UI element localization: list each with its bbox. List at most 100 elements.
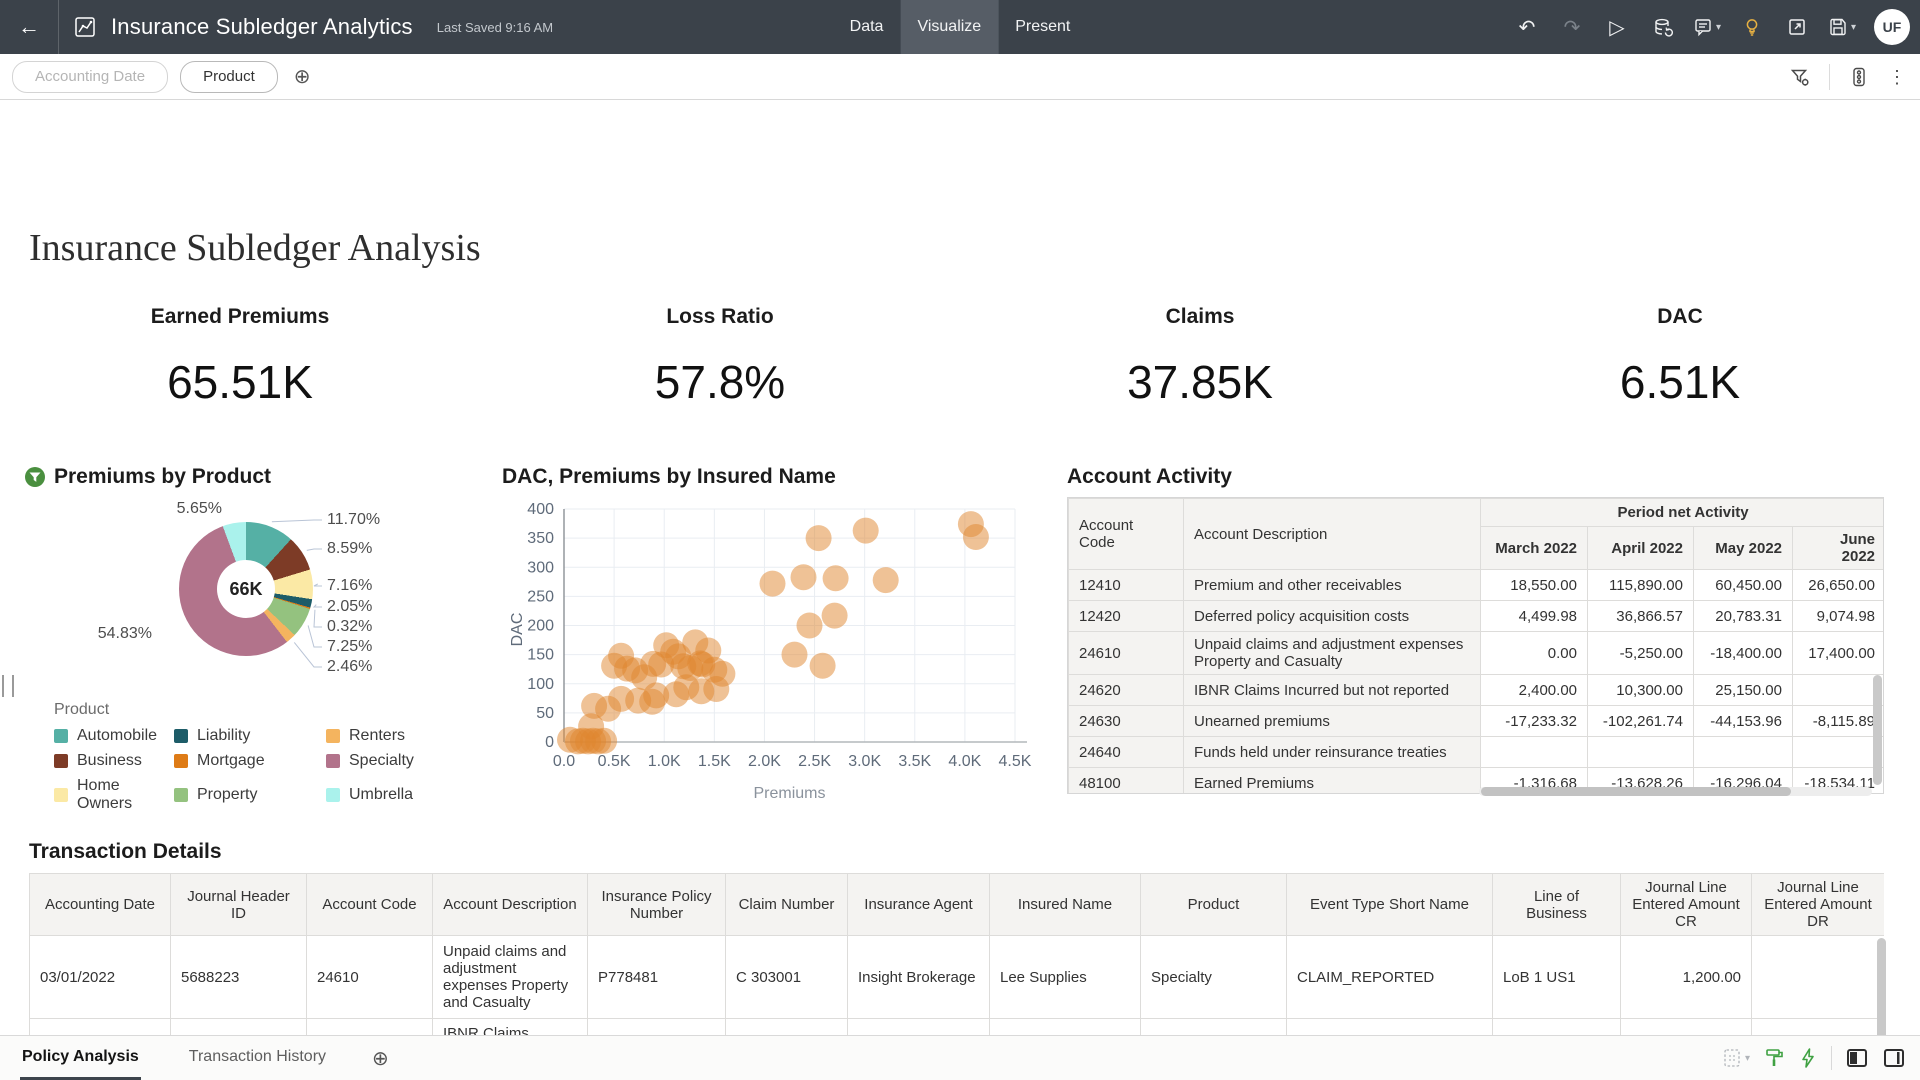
- filter-pill-accounting-date[interactable]: Accounting Date: [12, 61, 168, 93]
- grid-auto-icon[interactable]: ▾: [1721, 1047, 1750, 1069]
- table-cell[interactable]: P778481: [588, 936, 726, 1019]
- legend-item[interactable]: Mortgage: [174, 752, 326, 770]
- open-window-icon[interactable]: [1778, 8, 1816, 46]
- table-row[interactable]: 12410Premium and other receivables18,550…: [1069, 570, 1885, 601]
- table-cell[interactable]: 4,499.98: [1481, 601, 1588, 632]
- table-cell[interactable]: 17,400.00: [1793, 632, 1885, 675]
- table-cell[interactable]: Unpaid claims and adjustment expenses Pr…: [433, 936, 588, 1019]
- table-cell[interactable]: 60,450.00: [1694, 570, 1793, 601]
- table-cell[interactable]: 10,300.00: [1588, 675, 1694, 706]
- kpi-earned-premiums[interactable]: Earned Premiums 65.51K: [0, 305, 480, 409]
- save-icon[interactable]: ▾: [1823, 8, 1861, 46]
- table-cell[interactable]: Unpaid claims and adjustment expenses Pr…: [1184, 632, 1481, 675]
- refresh-data-icon[interactable]: [1643, 8, 1681, 46]
- tab-present[interactable]: Present: [998, 0, 1087, 54]
- table-cell[interactable]: [1793, 737, 1885, 768]
- table-cell[interactable]: -5,250.00: [1588, 632, 1694, 675]
- legend-item[interactable]: Home Owners: [54, 777, 174, 813]
- table-cell[interactable]: 24620: [1069, 675, 1184, 706]
- filter-funnel-icon[interactable]: [1785, 62, 1815, 92]
- kpi-claims[interactable]: Claims 37.85K: [960, 305, 1440, 409]
- scatter-point[interactable]: [810, 653, 836, 679]
- table-row[interactable]: 24630Unearned premiums-17,233.32-102,261…: [1069, 706, 1885, 737]
- table-cell[interactable]: Funds held under reinsurance treaties: [1184, 737, 1481, 768]
- kebab-menu-icon[interactable]: ⋮: [1888, 67, 1906, 88]
- scatter-point[interactable]: [791, 564, 817, 590]
- comments-caret-icon[interactable]: ▾: [1716, 22, 1721, 33]
- legend-item[interactable]: Renters: [326, 727, 456, 745]
- legend-item[interactable]: Specialty: [326, 752, 456, 770]
- table-cell[interactable]: -18,400.00: [1694, 632, 1793, 675]
- inspect-bulb-icon[interactable]: [1733, 8, 1771, 46]
- table-cell[interactable]: 5688223: [171, 936, 307, 1019]
- table-cell[interactable]: Earned Premiums: [1184, 768, 1481, 795]
- table-cell[interactable]: 115,890.00: [1588, 570, 1694, 601]
- panel-left-icon[interactable]: [1845, 1046, 1869, 1070]
- panel-right-icon[interactable]: [1882, 1046, 1906, 1070]
- comments-icon[interactable]: ▾: [1688, 8, 1726, 46]
- table-cell[interactable]: [1793, 675, 1885, 706]
- paint-roller-icon[interactable]: [1763, 1047, 1785, 1069]
- scatter-point[interactable]: [823, 565, 849, 591]
- table-row[interactable]: 03/01/2022568822324610Unpaid claims and …: [30, 936, 1885, 1019]
- table-cell[interactable]: 12410: [1069, 570, 1184, 601]
- filter-pill-product[interactable]: Product: [180, 61, 278, 93]
- kpi-loss-ratio[interactable]: Loss Ratio 57.8%: [480, 305, 960, 409]
- legend-item[interactable]: Automobile: [54, 727, 174, 745]
- table-cell[interactable]: Unearned premiums: [1184, 706, 1481, 737]
- scatter-point[interactable]: [709, 661, 735, 687]
- table-cell[interactable]: 2,400.00: [1481, 675, 1588, 706]
- legend-item[interactable]: Umbrella: [326, 777, 456, 813]
- table-cell[interactable]: 24610: [1069, 632, 1184, 675]
- table-cell[interactable]: 18,550.00: [1481, 570, 1588, 601]
- undo-icon[interactable]: ↶: [1508, 8, 1546, 46]
- table-cell[interactable]: 1,200.00: [1621, 936, 1752, 1019]
- table-cell[interactable]: -44,153.96: [1694, 706, 1793, 737]
- table-cell[interactable]: 12420: [1069, 601, 1184, 632]
- vertical-scrollbar[interactable]: [1873, 585, 1882, 795]
- run-icon[interactable]: ▷: [1598, 8, 1636, 46]
- table-cell[interactable]: 0.00: [1481, 632, 1588, 675]
- table-cell[interactable]: [1588, 737, 1694, 768]
- table-cell[interactable]: 48100: [1069, 768, 1184, 795]
- canvas-settings-icon[interactable]: [1844, 62, 1874, 92]
- kpi-dac[interactable]: DAC 6.51K: [1440, 305, 1920, 409]
- canvas-tab-transaction-history[interactable]: Transaction History: [187, 1036, 328, 1080]
- add-canvas-icon[interactable]: ⊕: [372, 1046, 389, 1071]
- legend-item[interactable]: Property: [174, 777, 326, 813]
- table-cell[interactable]: -17,233.32: [1481, 706, 1588, 737]
- table-cell[interactable]: [1481, 737, 1588, 768]
- table-cell[interactable]: Lee Supplies: [990, 936, 1141, 1019]
- table-row[interactable]: 24640Funds held under reinsurance treati…: [1069, 737, 1885, 768]
- scatter-point[interactable]: [760, 571, 786, 597]
- table-cell[interactable]: 03/01/2022: [30, 936, 171, 1019]
- save-caret-icon[interactable]: ▾: [1851, 22, 1856, 33]
- table-cell[interactable]: LoB 1 US1: [1493, 936, 1621, 1019]
- table-row[interactable]: 24620IBNR Claims Incurred but not report…: [1069, 675, 1885, 706]
- scatter-point[interactable]: [797, 613, 823, 639]
- back-icon[interactable]: ←: [14, 14, 44, 40]
- scatter-point[interactable]: [822, 603, 848, 629]
- table-cell[interactable]: Deferred policy acquisition costs: [1184, 601, 1481, 632]
- legend-item[interactable]: Liability: [174, 727, 326, 745]
- canvas-tab-policy-analysis[interactable]: Policy Analysis: [20, 1036, 141, 1080]
- scatter-point[interactable]: [873, 567, 899, 593]
- table-cell[interactable]: Premium and other receivables: [1184, 570, 1481, 601]
- scatter-point[interactable]: [782, 642, 808, 668]
- table-cell[interactable]: CLAIM_REPORTED: [1287, 936, 1493, 1019]
- add-filter-icon[interactable]: ⊕: [294, 64, 311, 89]
- table-cell[interactable]: 26,650.00: [1793, 570, 1885, 601]
- table-cell[interactable]: [1694, 737, 1793, 768]
- scatter-point[interactable]: [853, 518, 879, 544]
- table-cell[interactable]: Specialty: [1141, 936, 1287, 1019]
- tab-visualize[interactable]: Visualize: [900, 0, 998, 54]
- table-row[interactable]: 12420Deferred policy acquisition costs4,…: [1069, 601, 1885, 632]
- horizontal-scrollbar[interactable]: [1479, 787, 1872, 796]
- table-cell[interactable]: 9,074.98: [1793, 601, 1885, 632]
- table-cell[interactable]: 36,866.57: [1588, 601, 1694, 632]
- table-cell[interactable]: -8,115.89: [1793, 706, 1885, 737]
- redo-icon[interactable]: ↷: [1553, 8, 1591, 46]
- table-cell[interactable]: 20,783.31: [1694, 601, 1793, 632]
- table-cell[interactable]: 24640: [1069, 737, 1184, 768]
- scatter-point[interactable]: [806, 525, 832, 551]
